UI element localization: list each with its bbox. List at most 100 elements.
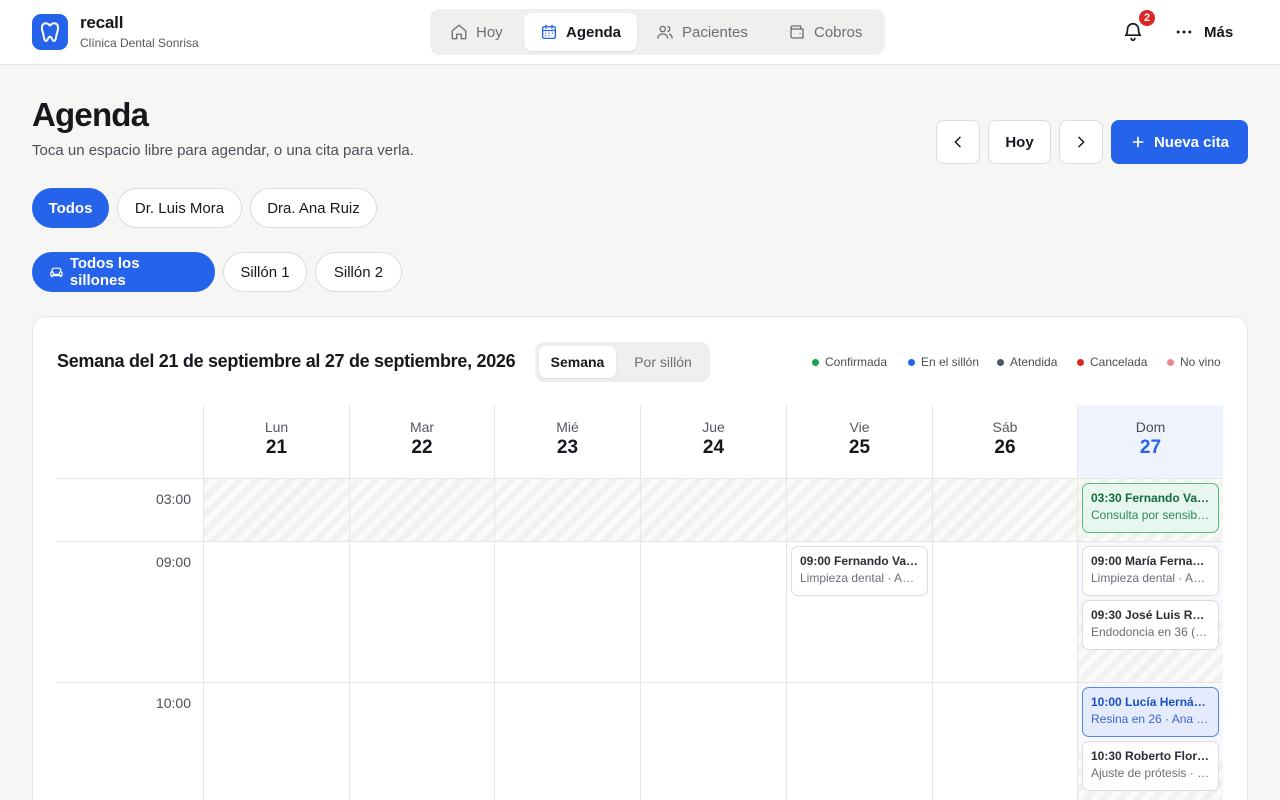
page-subtitle: Toca un espacio libre para agendar, o un…	[32, 142, 414, 159]
tab-cobros-label: Cobros	[814, 23, 863, 41]
legend-label: Atendida	[1010, 355, 1058, 369]
day-name: Vie	[849, 419, 870, 435]
grid-line	[1077, 478, 1078, 800]
filter-doctor-ana-ruiz[interactable]: Dra. Ana Ruiz	[250, 188, 377, 228]
day-header-mon: Lun 21	[203, 405, 349, 478]
new-appointment-label: Nueva cita	[1153, 133, 1230, 151]
chevron-right-icon	[1078, 136, 1085, 148]
tab-hoy-label: Hoy	[476, 23, 503, 41]
previous-week-button[interactable]	[936, 120, 980, 164]
legend-cancelled: Cancelada	[1077, 354, 1147, 370]
grid-line	[203, 478, 204, 800]
tab-hoy[interactable]: Hoy	[434, 13, 519, 51]
appointment-detail: Endodoncia en 36 (sesión 2)	[1091, 625, 1210, 639]
legend-dot	[812, 358, 819, 366]
filter-doctor-all[interactable]: Todos	[32, 188, 109, 228]
chair-icon	[50, 267, 63, 277]
wallet-icon	[790, 25, 804, 39]
legend-in-chair: En el sillón	[908, 354, 979, 370]
page-title: Agenda	[32, 96, 149, 133]
legend-dot	[1167, 358, 1174, 366]
appointment-card[interactable]: 09:30 José Luis Ramírez Endodoncia en 36…	[1082, 600, 1219, 650]
view-week-button[interactable]: Semana	[539, 346, 616, 378]
filter-chair-1[interactable]: Sillón 1	[223, 252, 307, 292]
appointment-detail: Consulta por sensibilidad · Luis Mora	[1091, 508, 1210, 522]
appointment-title: 09:00 María Fernanda López	[1091, 554, 1210, 568]
grid-line	[640, 478, 641, 800]
calendar-icon	[541, 24, 557, 40]
day-header-thu: Jue 24	[640, 405, 786, 478]
view-switcher: Semana Por sillón	[535, 342, 710, 382]
top-bar: recall Clínica Dental Sonrisa Hoy Agenda…	[0, 0, 1280, 65]
day-name: Mié	[556, 419, 579, 435]
legend-label: En el sillón	[921, 355, 980, 369]
day-name: Sáb	[992, 419, 1018, 435]
day-header-sat: Sáb 26	[932, 405, 1077, 478]
appointment-card[interactable]: 03:30 Fernando Vargas Consulta por sensi…	[1082, 483, 1219, 533]
appointment-detail: Limpieza dental · Ana Ruiz	[800, 571, 919, 585]
day-header-tue: Mar 22	[349, 405, 494, 478]
appointment-title: 09:00 Fernando Vargas	[800, 554, 919, 568]
appointment-title: 10:30 Roberto Flores	[1091, 749, 1210, 763]
legend-label: Confirmada	[825, 355, 888, 369]
time-label: 10:00	[155, 695, 191, 711]
filter-chair-2[interactable]: Sillón 2	[315, 252, 402, 292]
tooth-logo-icon[interactable]	[32, 14, 68, 50]
tab-pacientes[interactable]: Pacientes	[640, 13, 764, 51]
day-header-wed: Mié 23	[494, 405, 640, 478]
legend-attended: Atendida	[997, 354, 1057, 370]
tab-agenda[interactable]: Agenda	[524, 13, 638, 51]
home-icon	[451, 24, 467, 40]
day-number: 24	[702, 437, 725, 458]
appointment-card[interactable]: 10:00 Lucía Hernández Resina en 26 · Ana…	[1082, 687, 1219, 737]
legend-confirmed: Confirmada	[812, 354, 887, 370]
appointment-title: 10:00 Lucía Hernández	[1091, 695, 1210, 709]
day-name: Jue	[702, 419, 725, 435]
more-menu-button[interactable]: Más	[1174, 20, 1233, 44]
tab-agenda-label: Agenda	[566, 23, 622, 41]
time-label: 03:00	[155, 491, 191, 507]
today-button[interactable]: Hoy	[988, 120, 1051, 164]
calendar-card: Semana del 21 de septiembre al 27 de sep…	[32, 316, 1248, 800]
grid-line	[932, 478, 933, 800]
week-grid: Lun 21 Mar 22 Mié 23 Jue 24 Vie 25 Sáb 2…	[57, 405, 1223, 800]
brand-name: recall	[80, 13, 124, 32]
day-header-sun: Dom 27	[1077, 405, 1223, 478]
appointment-card[interactable]: 10:30 Roberto Flores Ajuste de prótesis …	[1082, 741, 1219, 791]
chevron-left-icon	[954, 136, 961, 148]
day-header-fri: Vie 25	[786, 405, 932, 478]
filter-chair-all[interactable]: Todos los sillones	[32, 252, 215, 292]
appointment-detail: Ajuste de prótesis · Luis Mora	[1091, 766, 1210, 780]
appointment-card[interactable]: 09:00 María Fernanda López Limpieza dent…	[1082, 546, 1219, 596]
day-number: 23	[556, 437, 579, 458]
filter-doctor-luis-mora[interactable]: Dr. Luis Mora	[117, 188, 242, 228]
appointment-detail: Limpieza dental · Ana Ruiz	[1091, 571, 1210, 585]
day-number: 25	[848, 437, 871, 458]
notification-badge: 2	[1137, 8, 1157, 28]
more-label: Más	[1204, 23, 1234, 41]
legend-label: No vino	[1180, 355, 1221, 369]
day-name: Lun	[264, 419, 289, 435]
appointment-title: 03:30 Fernando Vargas	[1091, 491, 1210, 505]
view-by-chair-button[interactable]: Por sillón	[620, 346, 706, 378]
week-title: Semana del 21 de septiembre al 27 de sep…	[57, 351, 516, 371]
next-week-button[interactable]	[1059, 120, 1103, 164]
appointment-card[interactable]: 09:00 Fernando Vargas Limpieza dental · …	[791, 546, 928, 596]
day-name: Mar	[409, 419, 435, 435]
day-number: 26	[994, 437, 1016, 458]
tab-cobros[interactable]: Cobros	[772, 13, 878, 51]
more-dots-icon	[1176, 30, 1192, 34]
plus-icon	[1132, 136, 1144, 148]
legend-dot	[908, 358, 915, 366]
grid-line	[494, 478, 495, 800]
day-number: 27	[1139, 437, 1162, 458]
new-appointment-button[interactable]: Nueva cita	[1111, 120, 1248, 164]
day-number: 22	[411, 437, 433, 458]
brand-subtitle: Clínica Dental Sonrisa	[80, 36, 199, 50]
legend-no-show: No vino	[1167, 354, 1221, 370]
filter-chair-all-label: Todos los sillones	[69, 255, 140, 289]
appointment-title: 09:30 José Luis Ramírez	[1091, 608, 1210, 622]
legend-label: Cancelada	[1090, 355, 1148, 369]
unavailable-slot	[203, 479, 1223, 541]
legend-dot	[997, 358, 1004, 366]
